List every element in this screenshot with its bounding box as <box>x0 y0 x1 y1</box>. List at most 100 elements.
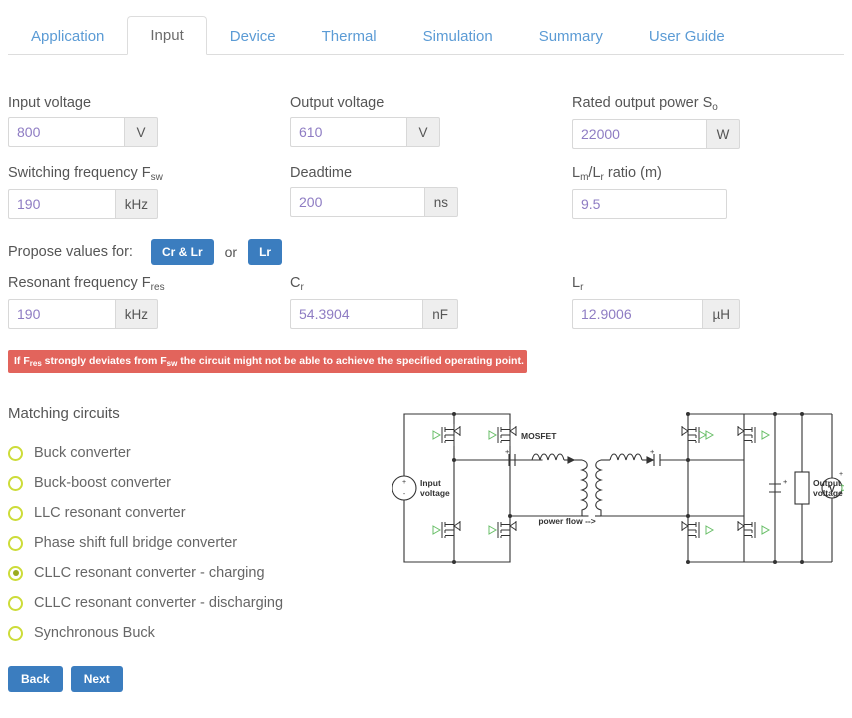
label-switching-frequency-sub: sw <box>151 172 163 183</box>
radio-option-buck-boost-converter[interactable]: Buck-boost converter <box>8 468 368 498</box>
input-group-resonant-frequency: kHz <box>8 299 158 329</box>
diagram-output-voltage-label-line1b: Output <box>813 478 841 488</box>
unit-switching-frequency: kHz <box>115 189 158 219</box>
resonant-frequency-field[interactable] <box>8 299 115 329</box>
propose-values-label: Propose values for: <box>8 244 133 260</box>
tab-application[interactable]: Application <box>8 17 127 55</box>
radio-label: CLLC resonant converter - charging <box>34 565 265 581</box>
label-input-voltage: Input voltage <box>8 94 158 112</box>
tab-input[interactable]: Input <box>127 16 206 55</box>
diagram-input-voltage-label-line2: voltage <box>420 488 450 498</box>
radio-circle-icon <box>8 506 23 521</box>
matching-circuits-title: Matching circuits <box>8 405 120 422</box>
unit-lr: µH <box>702 299 740 329</box>
form-row-2: Switching frequency Fsw kHz Deadtime ns … <box>0 164 852 234</box>
radio-option-synchronous-buck[interactable]: Synchronous Buck <box>8 618 368 648</box>
unit-cr: nF <box>422 299 458 329</box>
unit-output-voltage: V <box>406 117 440 147</box>
input-group-rated-output-power: W <box>572 119 740 149</box>
label-lm-lr-mid: /L <box>588 165 600 181</box>
resonant-form-row: Resonant frequency Fres kHz Cr nF Lr µH <box>0 274 852 344</box>
cllc-converter-circuit-diagram: + - Input voltage MOSFET + <box>392 404 844 572</box>
label-lm-lr-ratio: Lm/Lr ratio (m) <box>572 164 727 184</box>
unit-input-voltage: V <box>124 117 158 147</box>
diagram-input-voltage-label-line1: Input <box>420 478 441 488</box>
label-resonant-frequency: Resonant frequency Fres <box>8 274 165 294</box>
output-voltage-field[interactable] <box>290 117 406 147</box>
radio-option-buck-converter[interactable]: Buck converter <box>8 438 368 468</box>
field-resonant-frequency: Resonant frequency Fres kHz <box>8 274 165 329</box>
warning-pre: If F <box>14 355 30 367</box>
warning-sub1: res <box>30 359 42 368</box>
radio-label: Phase shift full bridge converter <box>34 535 237 551</box>
back-button[interactable]: Back <box>8 666 63 692</box>
label-lm-lr-pre: L <box>572 165 580 181</box>
tab-thermal[interactable]: Thermal <box>299 17 400 55</box>
input-voltage-field[interactable] <box>8 117 124 147</box>
label-rated-output-power-sub: o <box>712 102 718 113</box>
input-group-cr: nF <box>290 299 458 329</box>
radio-label: LLC resonant converter <box>34 505 186 521</box>
propose-or-label: or <box>225 244 237 260</box>
lr-field[interactable] <box>572 299 702 329</box>
radio-option-cllc-resonant-converter-discharging[interactable]: CLLC resonant converter - discharging <box>8 588 368 618</box>
input-group-lr: µH <box>572 299 740 329</box>
input-group-deadtime: ns <box>290 187 458 217</box>
tab-simulation[interactable]: Simulation <box>400 17 516 55</box>
rated-output-power-field[interactable] <box>572 119 706 149</box>
matching-circuits-list: Buck converter Buck-boost converter LLC … <box>8 438 368 648</box>
cr-field[interactable] <box>290 299 422 329</box>
label-output-voltage: Output voltage <box>290 94 440 112</box>
field-rated-output-power: Rated output power So W <box>572 94 740 149</box>
radio-circle-icon <box>8 476 23 491</box>
radio-option-llc-resonant-converter[interactable]: LLC resonant converter <box>8 498 368 528</box>
warning-mid: strongly deviates from F <box>42 355 167 367</box>
input-group-switching-frequency: kHz <box>8 189 158 219</box>
tab-summary[interactable]: Summary <box>516 17 626 55</box>
radio-circle-icon <box>8 626 23 641</box>
label-rated-output-power-text: Rated output power S <box>572 95 712 111</box>
form-row-3: Resonant frequency Fres kHz Cr nF Lr µH <box>0 274 852 344</box>
deadtime-field[interactable] <box>290 187 424 217</box>
diagram-output-voltage-label-line2: voltage <box>813 488 843 498</box>
label-lm-lr-post: ratio (m) <box>604 165 662 181</box>
tab-bar: Application Input Device Thermal Simulat… <box>8 14 844 55</box>
input-group-output-voltage: V <box>290 117 440 147</box>
mosfet-label: MOSFET <box>521 431 557 441</box>
radio-circle-icon <box>8 446 23 461</box>
label-lr: Lr <box>572 274 740 294</box>
switching-frequency-field[interactable] <box>8 189 115 219</box>
field-cr: Cr nF <box>290 274 458 329</box>
unit-resonant-frequency: kHz <box>115 299 158 329</box>
radio-label: Synchronous Buck <box>34 625 155 641</box>
label-cr: Cr <box>290 274 458 294</box>
radio-label: Buck converter <box>34 445 131 461</box>
field-lr: Lr µH <box>572 274 740 329</box>
radio-option-phase-shift-full-bridge-converter[interactable]: Phase shift full bridge converter <box>8 528 368 558</box>
propose-cr-lr-button[interactable]: Cr & Lr <box>151 239 214 265</box>
warning-post: the circuit might not be able to achieve… <box>177 355 524 367</box>
meter-plus-label: + <box>839 471 843 478</box>
radio-option-cllc-resonant-converter-charging[interactable]: CLLC resonant converter - charging <box>8 558 368 588</box>
label-resonant-frequency-text: Resonant frequency F <box>8 275 151 291</box>
label-lm-lr-sub2: r <box>601 172 604 183</box>
lm-lr-ratio-field[interactable] <box>572 189 727 219</box>
radio-label: Buck-boost converter <box>34 475 171 491</box>
label-lr-sub: r <box>580 282 583 293</box>
resonant-cap-left-plus: + <box>505 447 510 456</box>
unit-deadtime: ns <box>424 187 458 217</box>
next-button[interactable]: Next <box>71 666 123 692</box>
tab-device[interactable]: Device <box>207 17 299 55</box>
label-lr-text: L <box>572 275 580 291</box>
input-group-input-voltage: V <box>8 117 158 147</box>
label-rated-output-power: Rated output power So <box>572 94 740 114</box>
propose-lr-button[interactable]: Lr <box>248 239 282 265</box>
label-resonant-frequency-sub: res <box>151 282 165 293</box>
power-flow-label: power flow --> <box>538 516 595 526</box>
label-switching-frequency-text: Switching frequency F <box>8 165 151 181</box>
resonant-cap-right-plus: + <box>650 447 655 456</box>
label-switching-frequency: Switching frequency Fsw <box>8 164 163 184</box>
warning-sub2: sw <box>167 359 178 368</box>
source-plus-label: + <box>402 479 406 486</box>
tab-user-guide[interactable]: User Guide <box>626 17 748 55</box>
